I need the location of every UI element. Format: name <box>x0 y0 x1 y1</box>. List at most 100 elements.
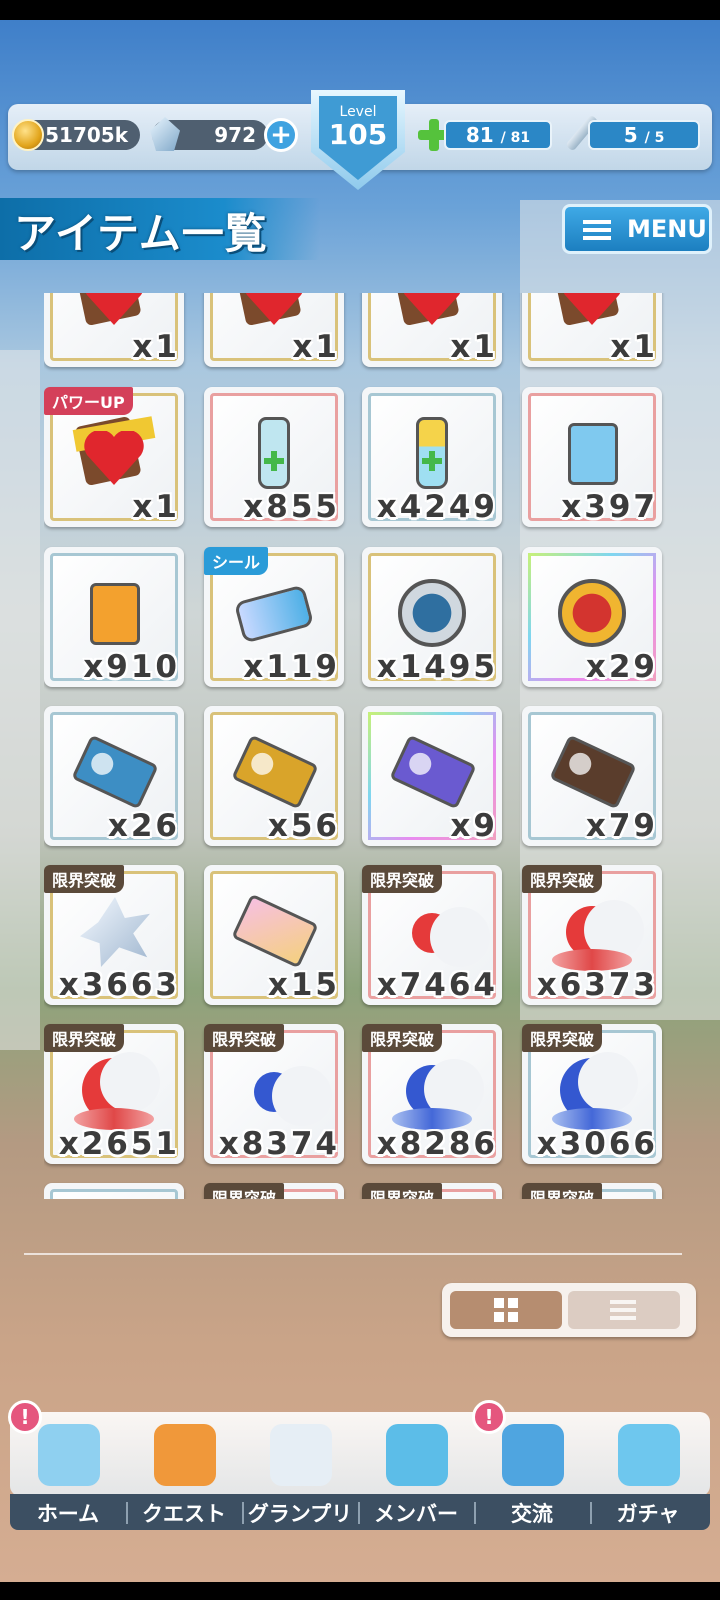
item-quantity: x79 <box>585 808 658 844</box>
tile-frame <box>50 1189 178 1199</box>
item-tile[interactable]: x4249 <box>362 387 502 527</box>
stamina-current: 81 <box>465 123 494 147</box>
crescent <box>412 907 490 967</box>
item-tile[interactable]: 限界突破 x8286 <box>362 1024 502 1164</box>
item-tile[interactable]: x1495 <box>362 547 502 687</box>
coin-value: 51705k <box>45 123 128 147</box>
item-quantity: x4249 <box>376 489 498 525</box>
list-icon <box>610 1300 636 1320</box>
item-tile[interactable]: x1 <box>44 293 184 367</box>
nav-separator <box>126 1502 128 1524</box>
list-view-button[interactable] <box>568 1291 680 1329</box>
stamina-max: / 81 <box>500 130 531 146</box>
item-tile[interactable]: x15 <box>204 865 344 1005</box>
item-tile[interactable]: 限界突破 <box>522 1183 662 1199</box>
item-tile[interactable]: 限界突破 x7464 <box>362 865 502 1005</box>
item-tile[interactable]: x1 <box>522 293 662 367</box>
nav-separator <box>242 1502 244 1524</box>
gem-value: 972 <box>214 123 256 147</box>
nav-school[interactable]: ホーム! <box>8 1400 126 1530</box>
item-tile[interactable]: 限界突破 <box>362 1183 502 1199</box>
ticket <box>231 734 319 810</box>
hamburger-icon <box>583 220 611 240</box>
item-tile[interactable]: x9 <box>362 706 502 846</box>
item-tile[interactable]: 限界突破 x3066 <box>522 1024 662 1164</box>
seal-reset-icon <box>233 573 315 653</box>
chocolate-heart-icon <box>552 293 632 333</box>
game-screen: 51705k 972 + Level 105 81 / 81 5 / 5 アイテ… <box>0 20 720 1582</box>
item-tile[interactable]: x26 <box>44 706 184 846</box>
item-tile[interactable]: x855 <box>204 387 344 527</box>
blue-moon-large-icon <box>552 1050 638 1130</box>
nav-label: クエスト <box>142 1502 226 1526</box>
gacha-ticket-blue-icon <box>71 732 159 812</box>
item-badge: 限界突破 <box>44 865 125 893</box>
item-badge: 限界突破 <box>522 1183 603 1199</box>
map-pin-icon <box>502 1424 564 1486</box>
red-moon-medium-icon <box>552 891 644 971</box>
nav-separator <box>590 1502 592 1524</box>
moon-emblem <box>405 749 435 779</box>
item-tile[interactable]: パワーUP x1 <box>44 387 184 527</box>
grid-view-button[interactable] <box>450 1291 562 1329</box>
item-quantity: x9 <box>450 808 498 844</box>
item-tile[interactable]: 限界突破 <box>204 1183 344 1199</box>
nav-label: ホーム <box>36 1502 100 1526</box>
gacha-ticket-rainbow-icon <box>389 732 477 812</box>
item-tile[interactable]: 限界突破 x3663 <box>44 865 184 1005</box>
medal <box>398 579 466 647</box>
revival-ticket-icon <box>549 732 637 812</box>
gacha-ticket-gold-icon <box>231 732 319 812</box>
add-gems-button[interactable]: + <box>264 118 298 152</box>
item-tile[interactable]: 限界突破 x6373 <box>522 865 662 1005</box>
item-badge: 限界突破 <box>522 865 603 893</box>
page-title: アイテム一覧 <box>14 209 268 258</box>
item-tile[interactable]: x910 <box>44 547 184 687</box>
nav-curtain[interactable]: ガチャ <box>590 1412 706 1530</box>
alert-badge: ! <box>472 1400 506 1434</box>
item-quantity: x1 <box>610 329 658 365</box>
divider <box>24 1253 682 1255</box>
item-tile[interactable]: x79 <box>522 706 662 846</box>
jelly-pouch-orange-icon <box>74 573 154 653</box>
stamina-bar: 81 / 81 <box>444 120 552 150</box>
curtain-icon <box>618 1424 680 1486</box>
moon-emblem <box>87 749 117 779</box>
battle-point-bar: 5 / 5 <box>588 120 700 150</box>
demon-icon <box>154 1424 216 1486</box>
coin-icon <box>12 119 44 151</box>
item-quantity: x910 <box>83 649 180 685</box>
item-tile[interactable]: x1 <box>362 293 502 367</box>
nav-map-pin[interactable]: 交流! <box>472 1400 590 1530</box>
item-tile[interactable]: 限界突破 x2651 <box>44 1024 184 1164</box>
item-quantity: x56 <box>267 808 340 844</box>
item-tile[interactable]: x56 <box>204 706 344 846</box>
item-tile[interactable]: シール x119 <box>204 547 344 687</box>
battle-current: 5 <box>623 123 638 147</box>
pouch <box>568 423 618 485</box>
item-grid[interactable]: x1 x1 x1 x1 パワーUP x1 x855 x4249 x397 x910 シール x119 x… <box>44 293 684 1199</box>
item-tile[interactable]: x397 <box>522 387 662 527</box>
nav-label: ガチャ <box>616 1502 680 1526</box>
chocolate-heart-icon <box>234 293 314 333</box>
level-badge: Level 105 <box>311 90 405 190</box>
red-moon-large-icon <box>74 1050 160 1130</box>
blue-moon-small-icon <box>234 1050 332 1130</box>
item-tile[interactable] <box>44 1183 184 1199</box>
nav-crossed-swords[interactable]: グランプリ <box>242 1412 358 1530</box>
crescent <box>254 1066 332 1126</box>
view-toggle <box>442 1283 696 1337</box>
menu-button[interactable]: MENU <box>562 204 712 254</box>
item-quantity: x15 <box>267 967 340 1003</box>
alert-badge: ! <box>8 1400 42 1434</box>
nav-demon[interactable]: クエスト <box>126 1412 242 1530</box>
item-tile[interactable]: x29 <box>522 547 662 687</box>
jelly-pouch-icon <box>552 413 632 493</box>
item-tile[interactable]: x1 <box>204 293 344 367</box>
item-tile[interactable]: 限界突破 x8374 <box>204 1024 344 1164</box>
nav-member[interactable]: メンバー <box>358 1412 474 1530</box>
item-quantity: x3663 <box>58 967 180 1003</box>
item-quantity: x29 <box>585 649 658 685</box>
member-icon <box>386 1424 448 1486</box>
item-badge: 限界突破 <box>204 1024 285 1052</box>
